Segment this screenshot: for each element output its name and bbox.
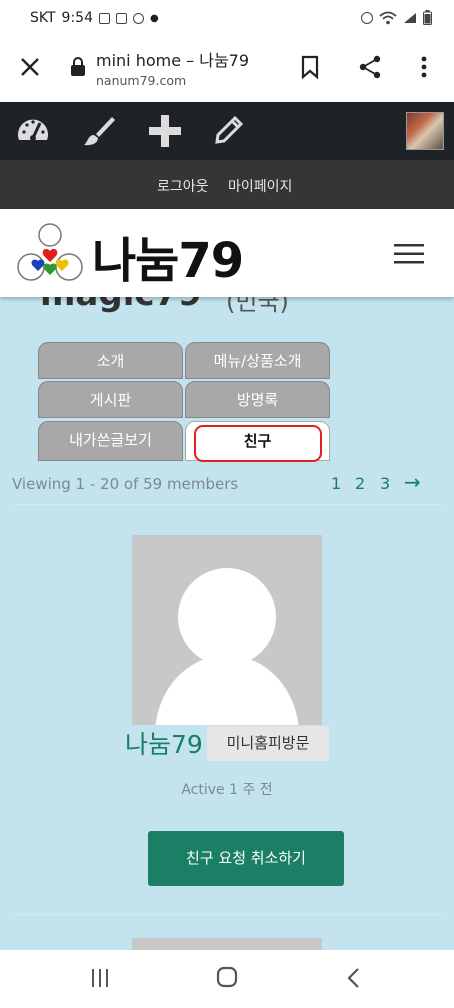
next-page-arrow[interactable]: → <box>404 470 421 494</box>
minihome-visit-button[interactable]: 미니홈피방문 <box>207 726 329 761</box>
carrier-text: SKT <box>30 10 56 26</box>
hamburger-menu-icon[interactable] <box>394 243 424 265</box>
tab-friends[interactable]: 친구 <box>185 421 330 462</box>
gallery-icon <box>116 12 127 24</box>
tab-my-posts[interactable]: 내가쓴글보기 <box>38 421 183 461</box>
page-host[interactable]: nanum79.com <box>96 73 186 88</box>
members-count-text: Viewing 1 - 20 of 59 members <box>12 475 239 493</box>
plus-icon[interactable] <box>148 114 182 148</box>
home-icon[interactable] <box>216 966 238 988</box>
close-tab-icon[interactable] <box>20 57 40 77</box>
member-active-time: Active 1 주 전 <box>181 782 273 798</box>
signal-icon <box>404 12 416 23</box>
page-link-3[interactable]: 3 <box>380 474 390 493</box>
notification-icon <box>99 12 110 24</box>
next-member-avatar[interactable] <box>132 938 322 950</box>
account-menu-bar: 로그아웃 마이페이지 <box>0 160 454 209</box>
default-user-icon <box>155 568 299 725</box>
more-options-icon[interactable] <box>419 55 429 79</box>
tab-guestbook[interactable]: 방명록 <box>185 381 330 418</box>
alarm-icon <box>361 11 373 24</box>
tab-friends-label: 친구 <box>243 432 272 450</box>
brush-icon[interactable] <box>82 114 116 148</box>
admin-toolbar <box>0 102 454 160</box>
main-content: magic79 (민국) 소개 메뉴/상품소개 게시판 방명록 내가쓴글보기 친… <box>0 290 454 950</box>
lock-icon <box>71 57 85 76</box>
pencil-icon[interactable] <box>214 115 244 145</box>
share-icon[interactable] <box>358 54 382 80</box>
dashboard-icon[interactable] <box>16 114 50 146</box>
status-bar: SKT 9:54 ● <box>0 0 454 38</box>
wifi-icon <box>379 11 397 24</box>
site-logo-text[interactable]: 나눔79 <box>92 221 244 291</box>
bookmark-icon[interactable] <box>300 55 320 79</box>
mypage-link[interactable]: 마이페이지 <box>228 176 292 196</box>
battery-icon <box>423 10 432 25</box>
site-header: 나눔79 <box>0 209 454 297</box>
member-avatar[interactable] <box>132 535 322 725</box>
app-notification-icon <box>133 12 144 24</box>
page-link-1[interactable]: 1 <box>331 474 341 493</box>
browser-url-bar: mini home – 나눔79 nanum79.com <box>0 38 454 102</box>
page-title[interactable]: mini home – 나눔79 <box>96 47 249 71</box>
page-link-2[interactable]: 2 <box>355 474 365 493</box>
tab-board[interactable]: 게시판 <box>38 381 183 418</box>
user-avatar[interactable] <box>406 112 444 150</box>
more-notifications-icon: ● <box>150 12 159 24</box>
divider <box>12 504 442 505</box>
system-navigation-bar <box>0 950 454 1008</box>
divider <box>12 914 442 915</box>
back-icon[interactable] <box>346 967 360 989</box>
tab-intro[interactable]: 소개 <box>38 342 183 379</box>
cancel-friend-request-button[interactable]: 친구 요청 취소하기 <box>148 831 344 886</box>
member-name[interactable]: 나눔79 <box>125 725 203 761</box>
tab-menu-products[interactable]: 메뉴/상품소개 <box>185 342 330 379</box>
time-text: 9:54 <box>61 10 93 26</box>
site-logo-icon[interactable] <box>16 221 84 285</box>
logout-link[interactable]: 로그아웃 <box>157 176 209 196</box>
recent-apps-icon[interactable] <box>90 968 110 988</box>
